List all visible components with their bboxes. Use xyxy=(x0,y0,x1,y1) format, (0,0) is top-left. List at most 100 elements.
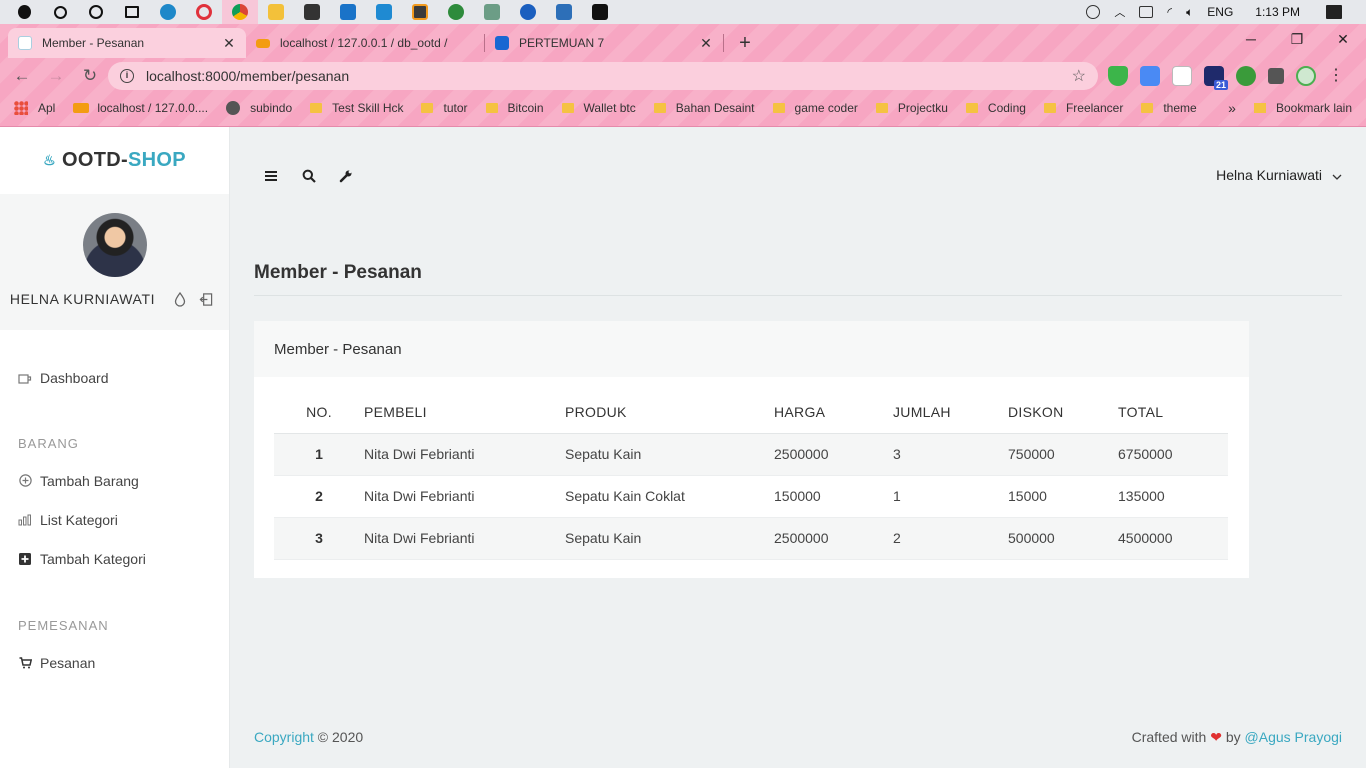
wifi-icon[interactable]: ◜ xyxy=(1167,5,1172,19)
menu-section-pemesanan: PEMESANAN xyxy=(18,618,109,633)
close-tab-icon[interactable]: ✕ xyxy=(699,35,713,52)
clock[interactable]: 1:13 PM xyxy=(1255,5,1300,19)
forward-icon[interactable]: → xyxy=(40,60,72,92)
bookmarks-bar: Apl localhost / 127.0.0.... subindo Test… xyxy=(0,96,1366,120)
restore-icon[interactable]: ❐ xyxy=(1274,24,1320,54)
maps-icon[interactable] xyxy=(438,0,474,24)
notification-icon[interactable] xyxy=(1326,5,1342,19)
task-view-icon[interactable] xyxy=(114,0,150,24)
bookmark-label: Apl xyxy=(38,101,56,115)
bookmark-subindo[interactable]: subindo xyxy=(226,101,292,115)
edge-icon[interactable] xyxy=(150,0,186,24)
apple-menu-icon[interactable] xyxy=(6,0,42,24)
browser-menu-icon[interactable]: ⋮ xyxy=(1328,66,1344,86)
user-dropdown[interactable]: Helna Kurniawati xyxy=(1216,167,1342,183)
bookmark-folder[interactable]: Wallet btc xyxy=(561,101,636,115)
search-icon[interactable] xyxy=(42,0,78,24)
plus-circle-icon xyxy=(18,474,32,488)
bookmark-folder[interactable]: Bahan Desaint xyxy=(653,101,755,115)
vscode-icon[interactable] xyxy=(366,0,402,24)
tab-pertemuan[interactable]: PERTEMUAN 7 ✕ xyxy=(485,28,723,58)
logout-icon[interactable] xyxy=(199,291,213,307)
tab-strip: Member - Pesanan ✕ localhost / 127.0.0.1… xyxy=(8,28,760,58)
bookmark-folder[interactable]: theme xyxy=(1141,101,1197,115)
shield-extension-icon[interactable] xyxy=(1108,66,1128,86)
extensions-area: 21 ⋮ xyxy=(1108,66,1344,90)
bookmark-folder[interactable]: Coding xyxy=(965,101,1026,115)
chrome-icon[interactable] xyxy=(222,0,258,24)
address-bar[interactable]: i localhost:8000/member/pesanan ☆ xyxy=(108,62,1098,90)
translate-extension-icon[interactable] xyxy=(1140,66,1160,86)
sublime-icon[interactable] xyxy=(402,0,438,24)
copyright-link[interactable]: Copyright xyxy=(254,729,314,745)
url-text[interactable]: localhost:8000/member/pesanan xyxy=(146,68,1072,84)
cell-harga: 2500000 xyxy=(774,433,893,476)
sidebar-item-label: Dashboard xyxy=(40,369,109,386)
store-icon[interactable] xyxy=(294,0,330,24)
cell-pembeli: Nita Dwi Febrianti xyxy=(364,433,565,476)
minimize-icon[interactable]: ─ xyxy=(1228,24,1274,54)
bookmark-folder[interactable]: Projectku xyxy=(875,101,948,115)
location-icon[interactable] xyxy=(510,0,546,24)
bookmark-label: Coding xyxy=(987,101,1026,115)
bookmark-star-icon[interactable]: ☆ xyxy=(1072,66,1086,86)
bookmarks-overflow-icon[interactable]: » xyxy=(1228,100,1236,116)
menu-toggle-icon[interactable] xyxy=(262,167,280,185)
reload-icon[interactable]: ↻ xyxy=(74,60,106,92)
mail-icon[interactable] xyxy=(330,0,366,24)
tab-member-pesanan[interactable]: Member - Pesanan ✕ xyxy=(8,28,246,58)
droplet-icon[interactable] xyxy=(173,291,187,307)
whatsapp-icon[interactable] xyxy=(474,0,510,24)
profile-avatar-icon[interactable] xyxy=(1296,66,1316,86)
bookmark-folder[interactable]: tutor xyxy=(421,101,468,115)
bookmark-localhost[interactable]: localhost / 127.0.0.... xyxy=(73,101,208,115)
globe-extension-icon[interactable] xyxy=(1236,66,1256,86)
volume-icon[interactable]: 🔈︎ xyxy=(1186,5,1193,20)
close-tab-icon[interactable]: ✕ xyxy=(222,35,236,52)
notes-extension-icon[interactable] xyxy=(1172,66,1192,86)
sidebar-item-tambah-barang[interactable]: Tambah Barang xyxy=(0,461,229,500)
brand-logo[interactable]: ♨︎ OOTD- SHOP xyxy=(0,127,229,194)
powershell-icon[interactable] xyxy=(546,0,582,24)
bookmark-label: Bitcoin xyxy=(507,101,544,115)
tab-phpmyadmin[interactable]: localhost / 127.0.0.1 / db_ootd / xyxy=(246,28,484,58)
wrench-icon[interactable] xyxy=(337,167,355,185)
orders-card: Member - Pesanan NO. PEMBELI PRODUK HARG… xyxy=(254,321,1249,578)
main-content: Helna Kurniawati Member - Pesanan Member… xyxy=(230,127,1366,768)
back-icon[interactable]: ← xyxy=(6,60,38,92)
file-explorer-icon[interactable] xyxy=(258,0,294,24)
window-controls: ─ ❐ ✕ xyxy=(1228,24,1366,54)
puzzle-extensions-icon[interactable] xyxy=(1268,68,1284,84)
crafted-text: Crafted with xyxy=(1131,729,1207,745)
sidebar-item-tambah-kategori[interactable]: Tambah Kategori xyxy=(0,539,229,578)
close-window-icon[interactable]: ✕ xyxy=(1320,24,1366,54)
bookmark-label: Freelancer xyxy=(1065,101,1124,115)
avatar xyxy=(82,213,147,277)
bookmark-apps[interactable]: Apl xyxy=(14,101,55,115)
classroom-extension-icon[interactable]: 21 xyxy=(1204,66,1228,90)
people-icon[interactable] xyxy=(1086,5,1101,19)
bookmark-folder[interactable]: Test Skill Hck xyxy=(310,101,403,115)
sidebar-item-pesanan[interactable]: Pesanan xyxy=(0,643,229,682)
other-bookmarks[interactable]: Bookmark lain xyxy=(1253,101,1366,115)
cmd-icon[interactable] xyxy=(582,0,618,24)
new-tab-button[interactable]: + xyxy=(730,28,760,58)
bookmark-folder[interactable]: Bitcoin xyxy=(485,101,544,115)
author-link[interactable]: @Agus Prayogi xyxy=(1245,729,1342,745)
bookmark-folder[interactable]: game coder xyxy=(772,101,858,115)
page-title: Member - Pesanan xyxy=(254,262,422,283)
folder-icon xyxy=(485,103,498,113)
sidebar-item-list-kategori[interactable]: List Kategori xyxy=(0,500,229,539)
site-info-icon[interactable]: i xyxy=(120,69,134,83)
bookmark-folder[interactable]: Freelancer xyxy=(1043,101,1124,115)
sidebar-item-dashboard[interactable]: Dashboard xyxy=(0,358,229,397)
cell-jumlah: 1 xyxy=(893,475,1008,518)
language-indicator[interactable]: ENG xyxy=(1207,5,1233,19)
bookmark-label: Wallet btc xyxy=(583,101,636,115)
coffee-cup-icon xyxy=(18,371,32,385)
search-icon[interactable] xyxy=(300,167,318,185)
chevron-up-icon[interactable]: ︿ xyxy=(1114,4,1125,20)
cortana-icon[interactable] xyxy=(78,0,114,24)
battery-icon[interactable] xyxy=(1139,6,1154,18)
opera-icon[interactable] xyxy=(186,0,222,24)
